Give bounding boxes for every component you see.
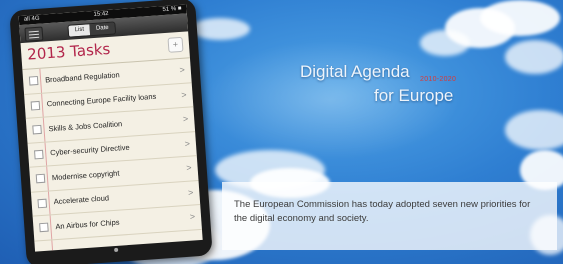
headline-line-2: for Europe [374, 86, 454, 105]
add-task-button[interactable]: + [167, 36, 184, 53]
menu-icon[interactable] [24, 26, 44, 42]
task-checkbox[interactable] [32, 124, 42, 135]
chevron-right-icon: > [189, 211, 196, 222]
caption-text: The European Commission has today adopte… [234, 199, 531, 224]
headline-line-1: Digital Agenda [300, 62, 410, 81]
home-indicator [114, 247, 119, 253]
cloud [505, 40, 563, 74]
phone-device: all 4G 15:42 51 % ■ List Date 2013 Tasks… [9, 0, 213, 264]
chevron-right-icon: > [182, 113, 189, 124]
page-title: 2013 Tasks [26, 39, 111, 64]
task-checkbox[interactable] [35, 173, 46, 184]
banner: Digital Agenda 2010-2020 for Europe The … [0, 0, 563, 264]
task-checkbox[interactable] [30, 100, 41, 111]
tab-list[interactable]: List [68, 24, 91, 37]
years-label: 2010-2020 [420, 76, 457, 83]
phone-screen: all 4G 15:42 51 % ■ List Date 2013 Tasks… [18, 4, 203, 252]
chevron-right-icon: > [179, 64, 186, 76]
cloud [190, 18, 250, 40]
caption-box: The European Commission has today adopte… [222, 182, 557, 250]
cloud [480, 0, 560, 36]
task-checkbox[interactable] [28, 75, 39, 86]
view-toggle: List Date [67, 21, 117, 38]
cloud [420, 30, 470, 56]
tab-date[interactable]: Date [89, 22, 116, 36]
chevron-right-icon: > [184, 138, 191, 149]
cloud [505, 110, 563, 150]
chevron-right-icon: > [180, 89, 187, 100]
task-checkbox[interactable] [39, 222, 49, 233]
chevron-right-icon: > [185, 162, 192, 173]
chevron-right-icon: > [187, 186, 194, 198]
task-list: Broadband Regulation > Connecting Europe… [22, 58, 202, 242]
task-checkbox[interactable] [37, 198, 48, 208]
task-checkbox[interactable] [33, 149, 44, 159]
